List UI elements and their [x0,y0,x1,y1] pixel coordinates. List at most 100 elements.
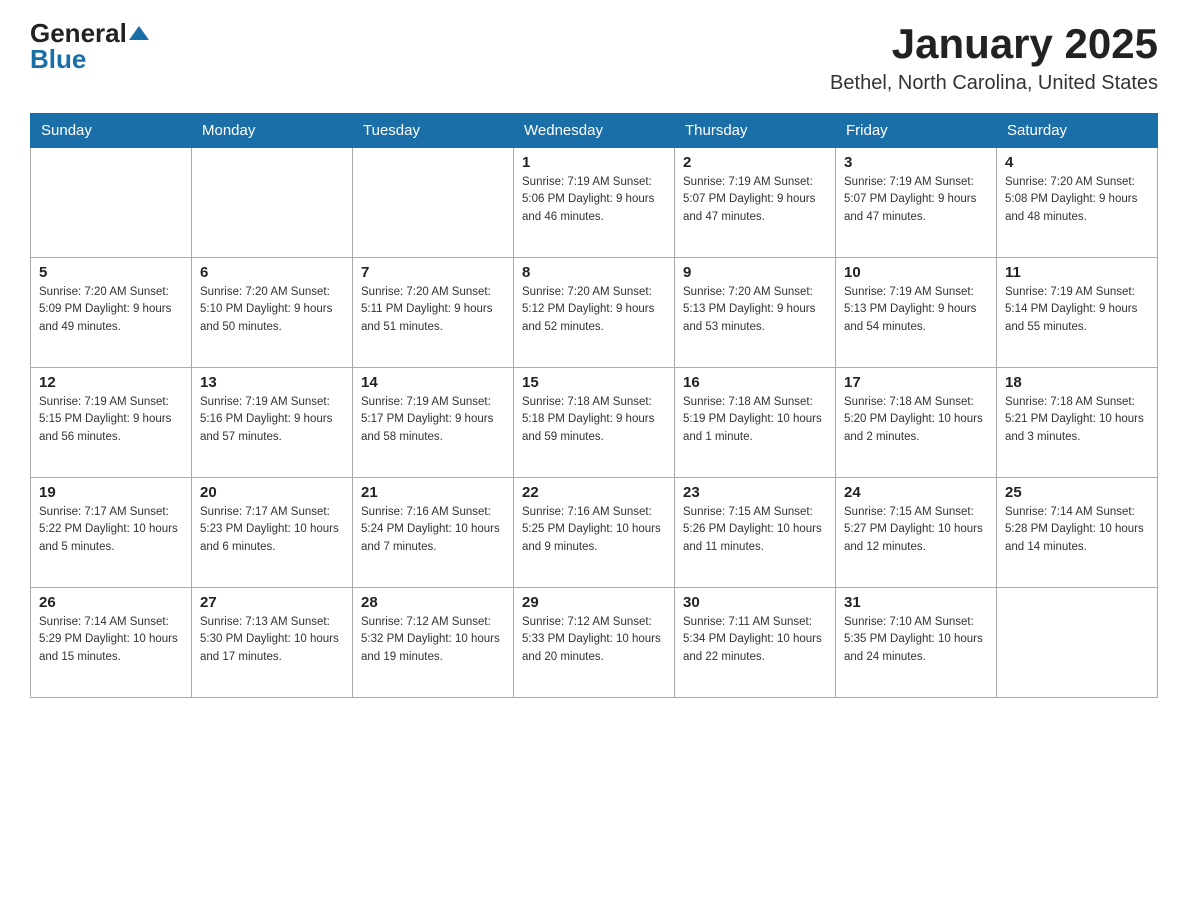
day-of-week-header: Saturday [997,114,1158,148]
day-info: Sunrise: 7:19 AM Sunset: 5:14 PM Dayligh… [1005,284,1149,336]
day-info: Sunrise: 7:20 AM Sunset: 5:12 PM Dayligh… [522,284,666,336]
day-number: 21 [361,484,505,501]
title-section: January 2025 Bethel, North Carolina, Uni… [830,20,1158,95]
day-number: 29 [522,594,666,611]
calendar-cell: 31 Sunrise: 7:10 AM Sunset: 5:35 PM Dayli… [836,588,997,698]
calendar-cell: 29 Sunrise: 7:12 AM Sunset: 5:33 PM Dayli… [514,588,675,698]
calendar-cell: 19Sunrise: 7:17 AM Sunset: 5:22 PM Dayli… [31,478,192,588]
day-info: Sunrise: 7:17 AM Sunset: 5:22 PM Dayligh… [39,504,183,556]
day-info: Sunrise: 7:16 AM Sunset: 5:25 PM Dayligh… [522,504,666,556]
calendar-cell [353,148,514,258]
day-info: Sunrise: 7:18 AM Sunset: 5:20 PM Dayligh… [844,394,988,446]
day-info: Sunrise: 7:19 AM Sunset: 5:07 PM Dayligh… [844,174,988,226]
calendar-cell: 12 Sunrise: 7:19 AM Sunset: 5:15 PM Dayli… [31,368,192,478]
calendar-table: SundayMondayTuesdayWednesdayThursdayFrid… [30,113,1158,698]
day-number: 10 [844,264,988,281]
logo-general-text: General [30,20,127,46]
day-number: 17 [844,374,988,391]
calendar-cell: 25Sunrise: 7:14 AM Sunset: 5:28 PM Dayli… [997,478,1158,588]
calendar-cell: 9 Sunrise: 7:20 AM Sunset: 5:13 PM Daylig… [675,258,836,368]
day-number: 23 [683,484,827,501]
calendar-cell: 22 Sunrise: 7:16 AM Sunset: 5:25 PM Dayli… [514,478,675,588]
calendar-cell: 7 Sunrise: 7:20 AM Sunset: 5:11 PM Daylig… [353,258,514,368]
calendar-cell: 14 Sunrise: 7:19 AM Sunset: 5:17 PM Dayli… [353,368,514,478]
calendar-cell: 1 Sunrise: 7:19 AM Sunset: 5:06 PM Daylig… [514,148,675,258]
calendar-cell: 26 Sunrise: 7:14 AM Sunset: 5:29 PM Dayli… [31,588,192,698]
day-info: Sunrise: 7:19 AM Sunset: 5:17 PM Dayligh… [361,394,505,446]
day-number: 28 [361,594,505,611]
day-number: 3 [844,154,988,171]
day-of-week-header: Sunday [31,114,192,148]
day-info: Sunrise: 7:20 AM Sunset: 5:10 PM Dayligh… [200,284,344,336]
day-number: 27 [200,594,344,611]
day-info: Sunrise: 7:10 AM Sunset: 5:35 PM Dayligh… [844,614,988,666]
day-number: 2 [683,154,827,171]
calendar-cell: 28 Sunrise: 7:12 AM Sunset: 5:32 PM Dayli… [353,588,514,698]
day-number: 14 [361,374,505,391]
day-number: 18 [1005,374,1149,391]
calendar-cell: 10 Sunrise: 7:19 AM Sunset: 5:13 PM Dayli… [836,258,997,368]
calendar-cell: 4Sunrise: 7:20 AM Sunset: 5:08 PM Daylig… [997,148,1158,258]
day-info: Sunrise: 7:18 AM Sunset: 5:21 PM Dayligh… [1005,394,1149,446]
calendar-week-row: 1 Sunrise: 7:19 AM Sunset: 5:06 PM Daylig… [31,148,1158,258]
day-number: 9 [683,264,827,281]
day-number: 15 [522,374,666,391]
day-info: Sunrise: 7:12 AM Sunset: 5:33 PM Dayligh… [522,614,666,666]
calendar-cell: 27 Sunrise: 7:13 AM Sunset: 5:30 PM Dayli… [192,588,353,698]
day-number: 5 [39,264,183,281]
calendar-week-row: 19Sunrise: 7:17 AM Sunset: 5:22 PM Dayli… [31,478,1158,588]
calendar-cell: 6 Sunrise: 7:20 AM Sunset: 5:10 PM Daylig… [192,258,353,368]
day-number: 22 [522,484,666,501]
day-info: Sunrise: 7:12 AM Sunset: 5:32 PM Dayligh… [361,614,505,666]
day-info: Sunrise: 7:19 AM Sunset: 5:15 PM Dayligh… [39,394,183,446]
calendar-header-row: SundayMondayTuesdayWednesdayThursdayFrid… [31,114,1158,148]
day-info: Sunrise: 7:15 AM Sunset: 5:27 PM Dayligh… [844,504,988,556]
day-number: 20 [200,484,344,501]
day-number: 7 [361,264,505,281]
calendar-cell: 15 Sunrise: 7:18 AM Sunset: 5:18 PM Dayli… [514,368,675,478]
day-number: 4 [1005,154,1149,171]
day-number: 12 [39,374,183,391]
day-number: 1 [522,154,666,171]
calendar-cell: 8 Sunrise: 7:20 AM Sunset: 5:12 PM Daylig… [514,258,675,368]
day-info: Sunrise: 7:18 AM Sunset: 5:18 PM Dayligh… [522,394,666,446]
day-of-week-header: Thursday [675,114,836,148]
day-number: 13 [200,374,344,391]
day-of-week-header: Tuesday [353,114,514,148]
location-title: Bethel, North Carolina, United States [830,72,1158,95]
month-title: January 2025 [830,20,1158,68]
day-info: Sunrise: 7:15 AM Sunset: 5:26 PM Dayligh… [683,504,827,556]
day-number: 11 [1005,264,1149,281]
logo-blue-text: Blue [30,46,86,72]
day-of-week-header: Monday [192,114,353,148]
calendar-cell: 13 Sunrise: 7:19 AM Sunset: 5:16 PM Dayli… [192,368,353,478]
calendar-cell: 17 Sunrise: 7:18 AM Sunset: 5:20 PM Dayli… [836,368,997,478]
calendar-cell: 18 Sunrise: 7:18 AM Sunset: 5:21 PM Dayli… [997,368,1158,478]
day-info: Sunrise: 7:19 AM Sunset: 5:16 PM Dayligh… [200,394,344,446]
calendar-cell: 2Sunrise: 7:19 AM Sunset: 5:07 PM Daylig… [675,148,836,258]
day-info: Sunrise: 7:13 AM Sunset: 5:30 PM Dayligh… [200,614,344,666]
day-number: 31 [844,594,988,611]
calendar-cell: 11 Sunrise: 7:19 AM Sunset: 5:14 PM Dayli… [997,258,1158,368]
calendar-week-row: 5Sunrise: 7:20 AM Sunset: 5:09 PM Daylig… [31,258,1158,368]
day-number: 26 [39,594,183,611]
day-info: Sunrise: 7:20 AM Sunset: 5:13 PM Dayligh… [683,284,827,336]
day-info: Sunrise: 7:17 AM Sunset: 5:23 PM Dayligh… [200,504,344,556]
day-info: Sunrise: 7:19 AM Sunset: 5:13 PM Dayligh… [844,284,988,336]
day-number: 8 [522,264,666,281]
day-info: Sunrise: 7:14 AM Sunset: 5:29 PM Dayligh… [39,614,183,666]
calendar-cell: 30Sunrise: 7:11 AM Sunset: 5:34 PM Dayli… [675,588,836,698]
calendar-cell [31,148,192,258]
day-info: Sunrise: 7:20 AM Sunset: 5:11 PM Dayligh… [361,284,505,336]
calendar-cell: 21Sunrise: 7:16 AM Sunset: 5:24 PM Dayli… [353,478,514,588]
day-number: 24 [844,484,988,501]
day-number: 25 [1005,484,1149,501]
day-number: 6 [200,264,344,281]
calendar-cell: 20 Sunrise: 7:17 AM Sunset: 5:23 PM Dayli… [192,478,353,588]
page-header: General Blue January 2025 Bethel, North … [30,20,1158,95]
day-info: Sunrise: 7:19 AM Sunset: 5:06 PM Dayligh… [522,174,666,226]
calendar-cell: 24 Sunrise: 7:15 AM Sunset: 5:27 PM Dayli… [836,478,997,588]
calendar-cell: 3 Sunrise: 7:19 AM Sunset: 5:07 PM Daylig… [836,148,997,258]
calendar-cell: 23 Sunrise: 7:15 AM Sunset: 5:26 PM Dayli… [675,478,836,588]
calendar-cell [997,588,1158,698]
